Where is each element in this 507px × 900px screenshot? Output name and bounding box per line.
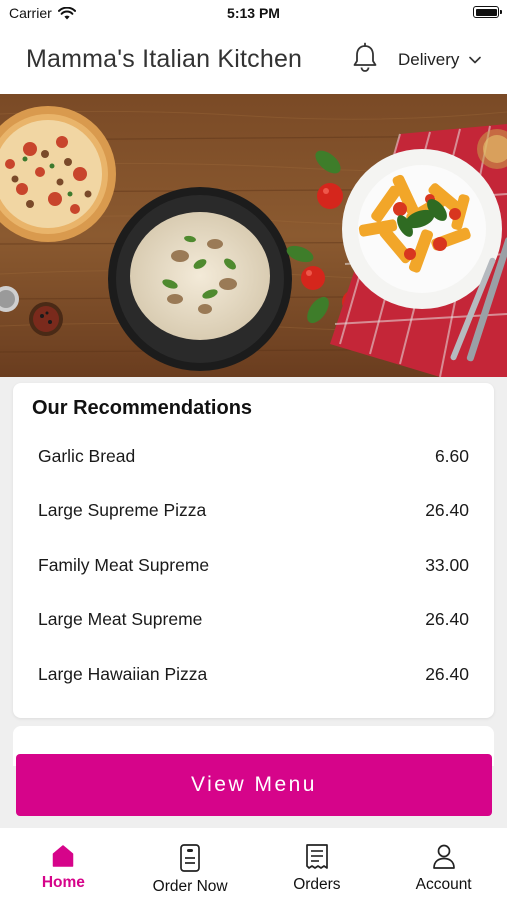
recommendations-title: Our Recommendations <box>32 397 253 419</box>
tab-account[interactable]: Account <box>380 828 507 900</box>
list-item[interactable]: Garlic Bread 6.60 <box>13 429 494 484</box>
recommendations-card: Our Recommendations Garlic Bread 6.60 La… <box>13 383 494 718</box>
food-table-illustration <box>0 94 507 377</box>
item-name: Family Meat Supreme <box>38 554 210 575</box>
tab-order-now-label: Order Now <box>152 878 228 895</box>
status-bar: Carrier 5:13 PM <box>0 0 507 26</box>
chevron-down-icon <box>469 56 482 64</box>
delivery-mode-label: Delivery <box>398 50 460 69</box>
list-item[interactable]: Large Meat Supreme 26.40 <box>13 593 494 648</box>
list-item[interactable]: Large Hawaiian Pizza 26.40 <box>13 647 494 702</box>
item-name: Large Supreme Pizza <box>38 500 207 521</box>
item-price: 26.40 <box>425 500 469 521</box>
restaurant-title: Mamma's Italian Kitchen <box>26 45 303 73</box>
hero-image <box>0 94 507 377</box>
item-name: Large Hawaiian Pizza <box>38 663 208 684</box>
status-time: 5:13 PM <box>227 5 280 21</box>
tab-home-label: Home <box>41 874 85 891</box>
item-price: 26.40 <box>425 663 469 684</box>
list-item[interactable]: Large Supreme Pizza 26.40 <box>13 484 494 539</box>
tab-home[interactable]: Home <box>0 828 127 900</box>
person-icon <box>432 844 455 869</box>
tab-order-now[interactable]: Order Now <box>127 828 254 900</box>
item-price: 6.60 <box>434 445 469 466</box>
receipt-icon <box>306 844 328 869</box>
item-name: Large Meat Supreme <box>38 609 203 630</box>
tab-orders[interactable]: Orders <box>254 828 381 900</box>
home-icon <box>53 845 74 867</box>
recommendations-list: Garlic Bread 6.60 Large Supreme Pizza 26… <box>13 429 494 702</box>
bell-icon[interactable] <box>350 42 380 74</box>
tab-orders-label: Orders <box>293 876 341 893</box>
phone-icon <box>180 844 200 872</box>
delivery-mode-dropdown[interactable]: Delivery <box>398 50 482 70</box>
tab-account-label: Account <box>415 876 472 893</box>
view-menu-button[interactable]: View Menu <box>16 754 492 816</box>
bottom-tab-bar: Home Order Now Orders Account <box>0 828 507 900</box>
item-price: 33.00 <box>425 554 469 575</box>
item-name: Garlic Bread <box>38 445 136 466</box>
item-price: 26.40 <box>425 609 469 630</box>
list-item[interactable]: Family Meat Supreme 33.00 <box>13 538 494 593</box>
battery-icon <box>473 6 502 18</box>
app-header: Mamma's Italian Kitchen Delivery <box>0 26 507 94</box>
